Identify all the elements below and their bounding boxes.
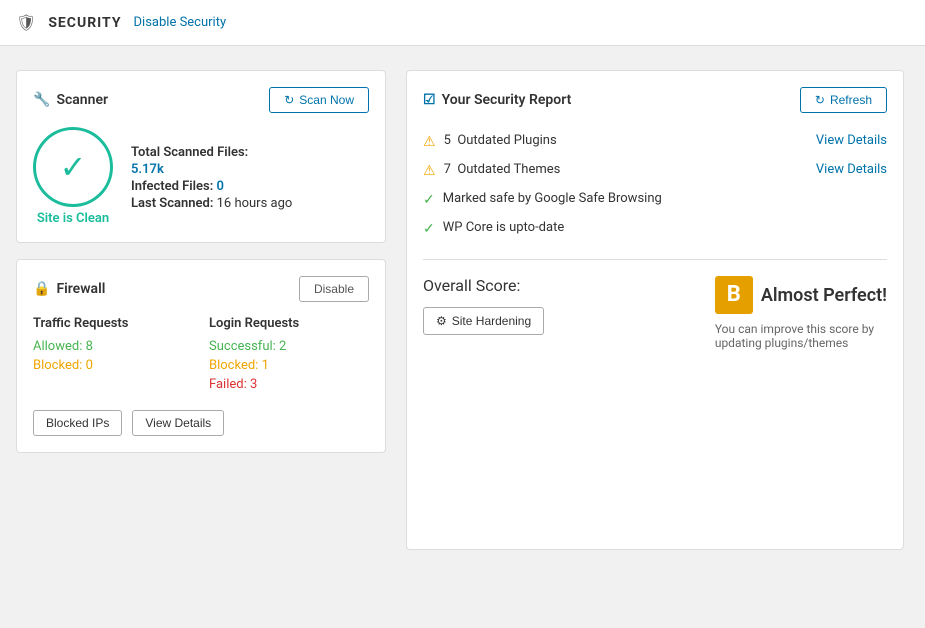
overall-right: B Almost Perfect! You can improve this s… [715, 276, 887, 350]
grade-badge: B [715, 276, 753, 314]
site-clean-label: Site is Clean [37, 211, 109, 226]
checkmark-icon: ✓ [60, 148, 87, 186]
traffic-requests-title: Traffic Requests [33, 316, 193, 331]
login-failed-row: Failed: 3 [209, 377, 369, 392]
scanner-status-visual: ✓ Site is Clean [33, 127, 113, 226]
firewall-disable-button[interactable]: Disable [299, 276, 369, 302]
checkbox-icon: ☑ [423, 92, 436, 108]
gear-icon: ⚙ [436, 314, 447, 328]
infected-value: 0 [217, 179, 224, 194]
overall-left: Overall Score: ⚙ Site Hardening [423, 276, 699, 335]
firewall-card: 🔒 Firewall Disable Traffic Requests Allo… [16, 259, 386, 453]
traffic-blocked-row: Blocked: 0 [33, 358, 193, 373]
site-hardening-button[interactable]: ⚙ Site Hardening [423, 307, 544, 335]
main-content: 🔧 Scanner ↻ Scan Now ✓ Site is Clean [0, 46, 920, 574]
overall-score-title: Overall Score: [423, 276, 699, 295]
total-scanned-value: 5.17k [131, 162, 164, 177]
warning-icon-0: ⚠ [423, 134, 436, 150]
grade-description: You can improve this score by updating p… [715, 322, 875, 350]
header-title: SECURITY [48, 15, 121, 31]
total-scanned-label: Total Scanned Files: [131, 145, 248, 160]
last-scanned-label: Last Scanned: [131, 196, 213, 211]
refresh-icon: ↻ [284, 93, 294, 107]
firewall-view-details-button[interactable]: View Details [132, 410, 224, 436]
warning-icon-1: ⚠ [423, 163, 436, 179]
scan-now-button[interactable]: ↻ Scan Now [269, 87, 369, 113]
scanner-card-header: 🔧 Scanner ↻ Scan Now [33, 87, 369, 113]
security-report-title: ☑ Your Security Report [423, 92, 571, 108]
login-blocked-row: Blocked: 1 [209, 358, 369, 373]
report-list: ⚠ 5 Outdated Plugins View Details ⚠ 7 Ou… [423, 127, 887, 243]
login-requests-title: Login Requests [209, 316, 369, 331]
bug-icon: 🔧 [33, 92, 50, 108]
grade-row: B Almost Perfect! [715, 276, 887, 314]
header: 🛡 SECURITY Disable Security [0, 0, 925, 46]
scanner-stats: Total Scanned Files: 5.17k Infected File… [131, 143, 369, 211]
firewall-icon: 🔒 [33, 281, 50, 297]
scanner-card: 🔧 Scanner ↻ Scan Now ✓ Site is Clean [16, 70, 386, 243]
disable-security-link[interactable]: Disable Security [134, 15, 227, 30]
clean-circle: ✓ [33, 127, 113, 207]
blocked-ips-button[interactable]: Blocked IPs [33, 410, 122, 436]
report-item-text-1: 7 Outdated Themes [444, 162, 808, 177]
report-item-3: ✓ WP Core is upto-date [423, 214, 887, 243]
infected-label: Infected Files: [131, 179, 213, 194]
firewall-stats-grid: Traffic Requests Allowed: 8 Blocked: 0 L… [33, 316, 369, 396]
report-item-text-0: 5 Outdated Plugins [444, 133, 808, 148]
login-successful-row: Successful: 2 [209, 339, 369, 354]
login-requests-col: Login Requests Successful: 2 Blocked: 1 … [209, 316, 369, 396]
check-icon-3: ✓ [423, 221, 435, 237]
shield-icon: 🛡 [16, 13, 36, 32]
total-scanned-value-row: 5.17k [131, 162, 369, 177]
last-scanned-row: Last Scanned: 16 hours ago [131, 196, 369, 211]
report-item-2: ✓ Marked safe by Google Safe Browsing [423, 185, 887, 214]
traffic-allowed-row: Allowed: 8 [33, 339, 193, 354]
report-item-link-0[interactable]: View Details [816, 133, 887, 148]
firewall-actions: Blocked IPs View Details [33, 410, 369, 436]
infected-row: Infected Files: 0 [131, 179, 369, 194]
left-column: 🔧 Scanner ↻ Scan Now ✓ Site is Clean [16, 70, 386, 550]
security-report-header: ☑ Your Security Report ↻ Refresh [423, 87, 887, 113]
scanner-body: ✓ Site is Clean Total Scanned Files: 5.1… [33, 127, 369, 226]
right-column: ☑ Your Security Report ↻ Refresh ⚠ 5 Out… [406, 70, 904, 550]
check-icon-2: ✓ [423, 192, 435, 208]
overall-score-section: Overall Score: ⚙ Site Hardening B Almost… [423, 276, 887, 350]
security-report-card: ☑ Your Security Report ↻ Refresh ⚠ 5 Out… [406, 70, 904, 550]
refresh-icon: ↻ [815, 93, 825, 107]
total-scanned-row: Total Scanned Files: [131, 145, 369, 160]
report-item-text-3: WP Core is upto-date [443, 220, 887, 235]
report-divider [423, 259, 887, 260]
report-item-0: ⚠ 5 Outdated Plugins View Details [423, 127, 887, 156]
grade-label: Almost Perfect! [761, 285, 887, 306]
report-item-link-1[interactable]: View Details [816, 162, 887, 177]
report-item-1: ⚠ 7 Outdated Themes View Details [423, 156, 887, 185]
refresh-button[interactable]: ↻ Refresh [800, 87, 887, 113]
traffic-requests-col: Traffic Requests Allowed: 8 Blocked: 0 [33, 316, 193, 396]
report-item-text-2: Marked safe by Google Safe Browsing [443, 191, 887, 206]
last-scanned-value: 16 hours ago [217, 196, 293, 211]
firewall-card-header: 🔒 Firewall Disable [33, 276, 369, 302]
firewall-title: 🔒 Firewall [33, 281, 105, 297]
scanner-title: 🔧 Scanner [33, 92, 108, 108]
